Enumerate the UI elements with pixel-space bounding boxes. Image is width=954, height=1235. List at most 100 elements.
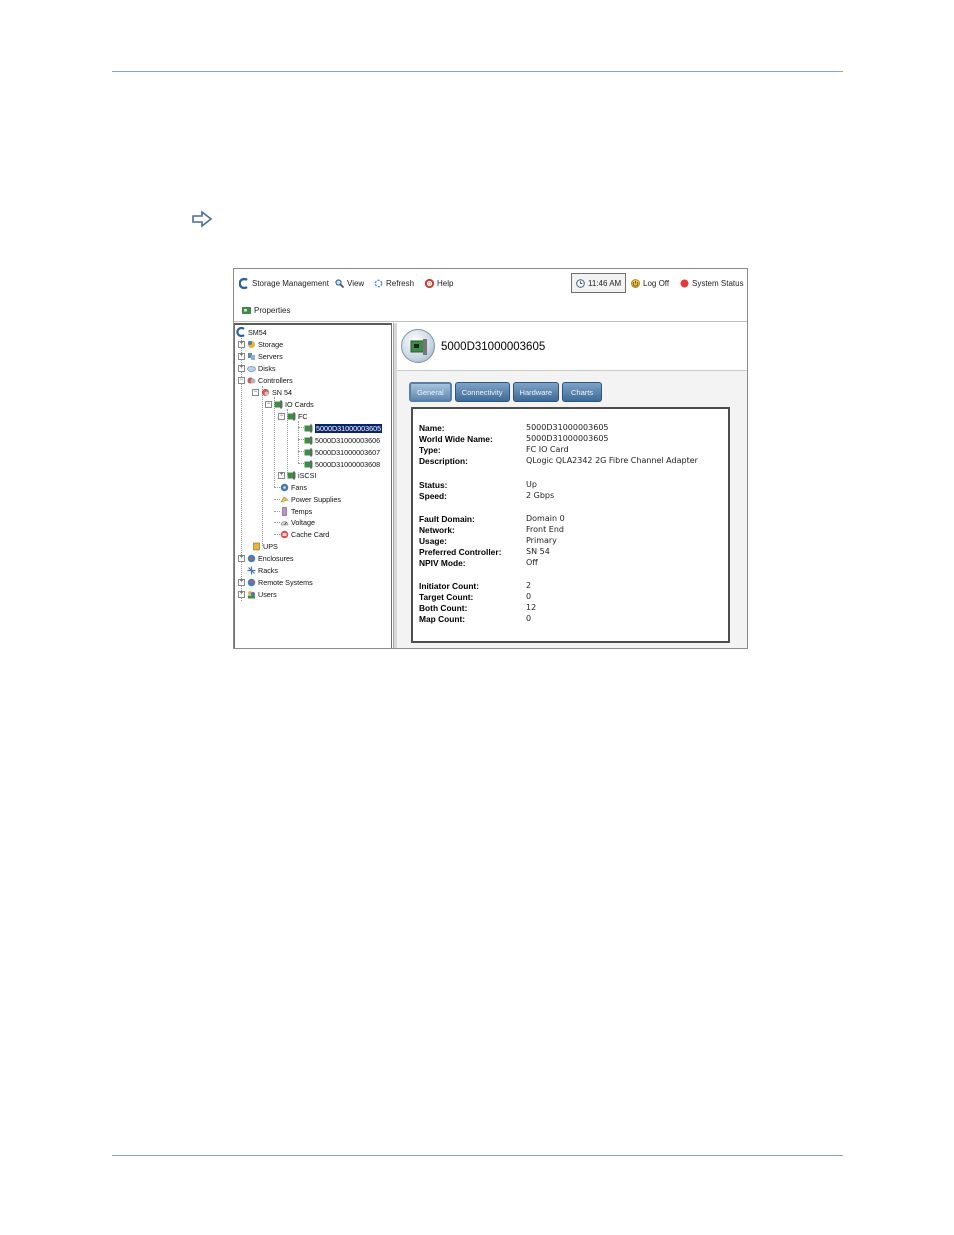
tree-item-iscsi[interactable]: + iSCSI — [278, 469, 316, 481]
general-details: Name: 5000D31000003605 World Wide Name: 50… — [411, 407, 730, 643]
tab-general[interactable]: General — [409, 382, 452, 402]
view-menu[interactable]: View — [335, 277, 364, 290]
controllers-icon — [247, 377, 256, 383]
tree-item-io-cards[interactable]: − IO Cards — [265, 398, 314, 410]
controller-icon — [261, 388, 270, 396]
help-menu[interactable]: Help — [425, 277, 453, 290]
expand-icon[interactable]: + — [238, 590, 245, 598]
tree-item-enclosures[interactable]: + Enclosures — [238, 552, 294, 564]
tree-item-users[interactable]: + Users — [238, 588, 277, 600]
tree-label-ups: UPS — [263, 541, 278, 551]
cache-card-icon — [280, 530, 289, 538]
compellent-logo-icon — [239, 278, 248, 289]
tab-charts[interactable]: Charts — [562, 382, 603, 402]
expand-icon[interactable]: + — [238, 578, 245, 586]
expand-icon[interactable]: + — [238, 364, 245, 372]
tree-label-iscsi: iSCSI — [298, 470, 317, 480]
tree-item-sn54[interactable]: − SN 54 — [252, 386, 292, 398]
tree-label-enclosures: Enclosures — [258, 553, 294, 563]
io-card-icon — [304, 448, 313, 456]
detail-value: Primary — [526, 536, 557, 545]
tree-label-servers: Servers — [258, 351, 283, 361]
remote-systems-icon — [247, 578, 256, 586]
users-icon — [248, 590, 255, 598]
detail-row-target-count: Target Count: 0 — [419, 592, 531, 603]
properties-button[interactable]: Properties — [242, 304, 290, 317]
menu-bar: Storage Management View Refresh Help 11:… — [234, 269, 747, 296]
collapse-icon[interactable]: − — [238, 376, 245, 384]
tree-label-users: Users — [258, 589, 277, 599]
tree-item-remote-systems[interactable]: + Remote Systems — [238, 576, 313, 588]
tree-item-card-3606[interactable]: 5000D31000003606 — [304, 434, 380, 446]
detail-label: Speed: — [419, 491, 447, 501]
tree-item-controllers[interactable]: − Controllers — [238, 374, 293, 386]
storage-icon — [247, 340, 256, 348]
detail-row-fault-domain: Fault Domain: Domain 0 — [419, 514, 565, 525]
help-label: Help — [437, 279, 454, 288]
tree-item-cache-card[interactable]: Cache Card — [280, 528, 329, 540]
magnifier-icon — [335, 279, 344, 288]
detail-label: Usage: — [419, 536, 447, 546]
detail-label: Type: — [419, 445, 441, 455]
detail-label: Initiator Count: — [419, 581, 480, 591]
detail-label: Network: — [419, 525, 455, 535]
detail-label: Fault Domain: — [419, 514, 475, 524]
tab-hardware[interactable]: Hardware — [512, 382, 560, 402]
properties-card-icon — [242, 307, 251, 314]
tab-connectivity[interactable]: Connectivity — [454, 382, 510, 402]
tree-item-disks[interactable]: + Disks — [238, 362, 276, 374]
tree-item-power-supplies[interactable]: Power Supplies — [280, 493, 341, 505]
tree-label-fans: Fans — [291, 482, 307, 492]
collapse-icon[interactable]: − — [265, 400, 272, 408]
storage-management-menu[interactable]: Storage Management — [239, 277, 329, 290]
expand-icon[interactable]: + — [238, 352, 245, 360]
details-panel: 5000D31000003605 General Connectivity Ha… — [397, 323, 747, 648]
tree-item-voltage[interactable]: Voltage — [280, 516, 315, 528]
tree-item-card-3605[interactable]: 5000D31000003605 — [304, 422, 383, 434]
log-off-button[interactable]: Log Off — [631, 277, 669, 290]
tree-label-card-3607: 5000D31000003607 — [315, 447, 381, 457]
refresh-icon — [374, 279, 383, 288]
expand-icon[interactable]: + — [278, 471, 285, 479]
tree-item-card-3607[interactable]: 5000D31000003607 — [304, 446, 380, 458]
properties-label: Properties — [254, 306, 291, 315]
tree-label-power-supplies: Power Supplies — [291, 494, 341, 504]
detail-value: 12 — [526, 603, 537, 612]
detail-row-network: Network: Front End — [419, 525, 564, 536]
tree-item-ups[interactable]: UPS — [252, 540, 278, 552]
refresh-menu[interactable]: Refresh — [374, 277, 414, 290]
tree-item-servers[interactable]: + Servers — [238, 350, 283, 362]
tree-label-disks: Disks — [258, 363, 276, 373]
tree-item-fc[interactable]: − FC — [278, 410, 308, 422]
tree-label-cache-card: Cache Card — [291, 529, 330, 539]
tree-label-card-3608: 5000D31000003608 — [315, 459, 381, 469]
log-off-label: Log Off — [643, 279, 670, 288]
power-icon — [631, 279, 640, 288]
tree-item-racks[interactable]: Racks — [238, 564, 278, 576]
tree-item-storage[interactable]: + Storage — [238, 338, 283, 350]
voltage-gauge-icon — [280, 520, 289, 525]
detail-row-description: Description: QLogic QLA2342 2G Fibre Chan… — [419, 456, 698, 467]
detail-value: Front End — [526, 525, 564, 534]
detail-value: 0 — [526, 592, 532, 601]
io-card-icon — [304, 460, 313, 468]
collapse-icon[interactable]: − — [278, 412, 285, 420]
io-card-icon — [410, 339, 427, 355]
object-header: 5000D31000003605 — [397, 323, 747, 371]
detail-row-preferred-controller: Preferred Controller: SN 54 — [419, 547, 550, 558]
view-label: View — [347, 279, 365, 288]
detail-value: Up — [526, 480, 537, 489]
tree-root-sm54[interactable]: SM54 — [236, 326, 267, 338]
system-status-button[interactable]: System Status — [680, 277, 744, 290]
expand-icon[interactable]: + — [238, 340, 245, 348]
expand-icon[interactable]: + — [238, 554, 245, 562]
detail-label: Description: — [419, 456, 468, 466]
disks-icon — [247, 365, 256, 372]
collapse-icon[interactable]: − — [252, 388, 259, 396]
enclosures-icon — [247, 554, 256, 562]
tree-label-racks: Racks — [258, 565, 278, 575]
tree-item-fans[interactable]: Fans — [280, 481, 307, 493]
detail-row-both-count: Both Count: 12 — [419, 603, 536, 614]
tree-label-voltage: Voltage — [291, 517, 315, 527]
compellent-logo-icon — [236, 327, 245, 337]
